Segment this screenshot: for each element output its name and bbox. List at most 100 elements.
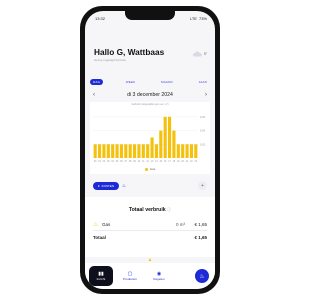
status-battery: 73%: [198, 15, 207, 21]
x-tick-label: 01: [98, 161, 101, 163]
total-cost: € 1,65: [194, 235, 207, 240]
x-tick-label: 06: [120, 161, 123, 163]
x-tick-label: 12: [146, 161, 149, 163]
nav-item-producten[interactable]: ▢ Producten: [118, 266, 142, 286]
bar-21[interactable]: [185, 144, 189, 158]
bar-00[interactable]: [93, 144, 97, 158]
x-tick-label: 02: [103, 161, 106, 163]
nav-label: Inzicht: [96, 277, 106, 281]
nav-label: Producten: [123, 277, 137, 281]
info-icon[interactable]: ⓘ: [167, 207, 171, 212]
bar-15[interactable]: [159, 130, 163, 158]
date-navigation: ‹ di 3 december 2024 ›: [90, 90, 210, 100]
x-tick-label: 00: [94, 161, 97, 163]
costs-label: KOSTEN: [101, 183, 115, 188]
row-amount: 0 m³: [176, 222, 185, 227]
next-date-button[interactable]: ›: [202, 92, 210, 98]
x-tick-label: 11: [142, 161, 145, 163]
y-tick-label: 0,02: [200, 142, 206, 146]
phone-frame: 13:32 LTE 73% Hallo G, Wattbaas Heb je i…: [80, 6, 220, 294]
nav-label: Regelen: [153, 277, 165, 281]
bar-17[interactable]: [167, 116, 172, 158]
divider: [93, 230, 207, 231]
bar-11[interactable]: [141, 144, 145, 158]
summary-title-text: Totaal verbruik: [128, 207, 166, 213]
bar-02[interactable]: [102, 144, 106, 158]
bar-16[interactable]: [163, 116, 167, 158]
bar-05[interactable]: [115, 144, 119, 158]
x-tick-label: 17: [168, 161, 171, 163]
bar-12[interactable]: [146, 144, 150, 158]
y-tick-label: 0,06: [200, 115, 206, 119]
summary-row-total: Totaal € 1,65: [93, 235, 207, 240]
y-tick-label: 0,04: [200, 129, 206, 133]
tab-jaar[interactable]: JAAR: [196, 79, 210, 85]
fab-flame-button[interactable]: ♨: [195, 269, 209, 283]
x-tick-label: 10: [138, 161, 141, 163]
usage-summary: Totaal verbruik ⓘ ♨ Gas 0 m³ € 1,65 Tota…: [85, 197, 215, 257]
page-title: Hallo G, Wattbaas: [94, 47, 165, 57]
tab-maand[interactable]: MAAND: [158, 79, 176, 85]
weather-temp: 5°: [203, 52, 207, 56]
bar-19[interactable]: [176, 144, 180, 158]
summary-title: Totaal verbruik ⓘ: [85, 207, 215, 213]
bar-09[interactable]: [132, 144, 137, 158]
x-tick-label: 19: [177, 161, 180, 163]
status-indicators: LTE 73%: [190, 16, 207, 21]
flame-icon: ♨: [93, 222, 99, 228]
x-tick-label: 18: [173, 161, 176, 163]
nav-item-inzicht[interactable]: ▮▮ Inzicht: [89, 266, 113, 286]
bar-14[interactable]: [154, 144, 159, 158]
x-tick-label: 03: [107, 161, 110, 163]
x-tick-label: 13: [151, 161, 154, 163]
x-tick-label: 08: [129, 161, 132, 163]
bar-22[interactable]: [189, 144, 194, 158]
bar-08[interactable]: [128, 144, 132, 158]
row-cost: € 1,65: [194, 222, 207, 227]
bar-01[interactable]: [97, 144, 102, 158]
flame-icon: ♨: [199, 273, 205, 280]
x-tick-label: 04: [111, 161, 114, 163]
cloud-icon: [192, 51, 202, 57]
phone-notch: [125, 11, 175, 20]
bar-13[interactable]: [150, 137, 154, 158]
weather-widget[interactable]: 5°: [192, 51, 207, 57]
tab-dag[interactable]: DAG: [90, 79, 104, 85]
tab-week[interactable]: WEEK: [123, 79, 139, 85]
x-tick-label: 22: [190, 161, 193, 163]
bar-03[interactable]: [106, 144, 110, 158]
costs-toggle-group: € KOSTEN ♨: [93, 181, 126, 190]
chart-legend: Gas: [90, 167, 210, 171]
bar-06[interactable]: [119, 144, 124, 158]
euro-icon: €: [98, 183, 100, 188]
x-tick-label: 09: [133, 161, 136, 163]
prev-date-button[interactable]: ‹: [90, 92, 98, 98]
x-tick-label: 16: [164, 161, 167, 163]
summary-row-gas[interactable]: ♨ Gas 0 m³ € 1,65: [93, 221, 207, 228]
bar-04[interactable]: [111, 144, 115, 158]
x-tick-label: 14: [155, 161, 158, 163]
x-tick-label: 05: [116, 161, 119, 163]
add-button[interactable]: +: [198, 181, 207, 190]
bar-23[interactable]: [194, 144, 198, 158]
usage-chart: Gebruik (uitgesplitst per uur, m³) 0,06 0…: [90, 102, 210, 174]
status-time: 13:32: [95, 15, 106, 21]
row-name: Gas: [102, 222, 111, 227]
current-date: di 3 december 2024: [127, 92, 173, 98]
legend-swatch-gas: [144, 167, 148, 171]
costs-button[interactable]: € KOSTEN: [93, 181, 120, 190]
legend-label-gas: Gas: [149, 167, 156, 171]
bar-20[interactable]: [181, 144, 185, 158]
page-subtitle: Heb je ingelogd bij Flow: [94, 58, 126, 62]
bar-18[interactable]: [172, 130, 176, 158]
bar-07[interactable]: [124, 144, 128, 158]
x-tick-label: 15: [160, 161, 163, 163]
flame-icon[interactable]: ♨: [122, 183, 126, 189]
nav-item-regelen[interactable]: ◉ Regelen: [147, 266, 171, 286]
total-name: Totaal: [93, 235, 106, 240]
costs-row: € KOSTEN ♨ +: [93, 181, 207, 190]
x-tick-label: 23: [195, 161, 198, 163]
x-tick-label: 21: [186, 161, 189, 163]
header: Hallo G, Wattbaas Heb je ingelogd bij Fl…: [94, 25, 207, 71]
bar-10[interactable]: [137, 144, 141, 158]
